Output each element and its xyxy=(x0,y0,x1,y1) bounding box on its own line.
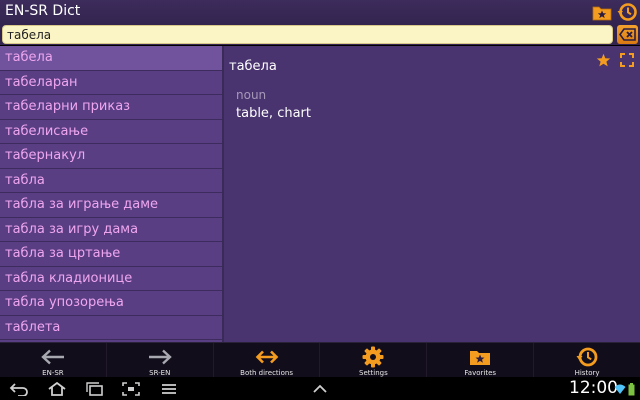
title-bar: EN-SR Dict xyxy=(0,0,640,24)
en-sr-button[interactable]: EN-SR xyxy=(0,343,107,377)
clear-search-button[interactable] xyxy=(617,25,638,44)
definition-headword: табела xyxy=(229,59,277,74)
app-title: EN-SR Dict xyxy=(5,3,81,19)
word-list-item[interactable]: табла за игру дама xyxy=(0,218,223,242)
screenshot-icon xyxy=(122,382,140,396)
history-tab-button[interactable]: History xyxy=(534,343,640,377)
recent-apps-icon xyxy=(86,382,103,396)
history-clock-icon xyxy=(617,3,637,21)
settings-label: Settings xyxy=(359,369,388,377)
en-sr-label: EN-SR xyxy=(42,369,64,377)
definition-meaning: table, chart xyxy=(236,106,311,121)
search-input[interactable] xyxy=(2,25,613,44)
wifi-status xyxy=(614,381,626,397)
both-directions-label: Both directions xyxy=(240,369,293,377)
word-list-item[interactable]: табла кладионице xyxy=(0,267,223,291)
arrow-left-icon xyxy=(41,349,64,365)
gear-icon xyxy=(362,346,384,368)
both-directions-button[interactable]: Both directions xyxy=(214,343,321,377)
folder-star-icon xyxy=(470,351,491,365)
word-list-item[interactable]: табла xyxy=(0,169,223,193)
back-icon xyxy=(9,383,28,396)
wifi-icon xyxy=(614,384,626,394)
settings-button[interactable]: Settings xyxy=(320,343,428,377)
favorites-button[interactable]: Favorites xyxy=(427,343,535,377)
menu-button[interactable] xyxy=(158,381,180,397)
word-list-item[interactable]: табла упозорења xyxy=(0,291,223,316)
word-list-item[interactable]: табла за цртање xyxy=(0,242,223,267)
word-list-item[interactable]: табеларни приказ xyxy=(0,95,223,120)
history-button[interactable] xyxy=(616,2,638,22)
system-navigation-bar: 12:00 xyxy=(0,377,640,400)
word-list-item[interactable]: таблета xyxy=(0,316,223,340)
menu-icon xyxy=(162,384,176,394)
bottom-toolbar: EN-SR SR-EN Both directions Settings Fav… xyxy=(0,342,640,377)
star-icon xyxy=(596,53,610,66)
part-of-speech: noun xyxy=(236,88,267,102)
search-row xyxy=(0,24,640,45)
sr-en-button[interactable]: SR-EN xyxy=(107,343,214,377)
screenshot-button[interactable] xyxy=(120,381,142,397)
add-favorite-button[interactable] xyxy=(595,52,611,68)
word-list: табела табеларан табеларни приказ табелисањ… xyxy=(0,46,223,342)
recent-apps-button[interactable] xyxy=(84,381,106,397)
fullscreen-button[interactable] xyxy=(619,52,635,68)
back-button[interactable] xyxy=(8,381,30,397)
double-arrow-icon xyxy=(255,350,278,364)
word-list-item[interactable]: табелисање xyxy=(0,120,223,144)
battery-icon xyxy=(628,382,634,395)
fullscreen-icon xyxy=(620,53,634,67)
favorites-label: Favorites xyxy=(464,369,497,377)
home-icon xyxy=(48,382,66,396)
sr-en-label: SR-EN xyxy=(149,369,171,377)
favorites-folder-button[interactable] xyxy=(591,2,613,22)
home-button[interactable] xyxy=(46,381,68,397)
word-list-item[interactable]: табела xyxy=(0,46,223,71)
arrow-right-icon xyxy=(148,349,172,365)
word-list-item[interactable]: табернакул xyxy=(0,144,223,169)
folder-star-icon xyxy=(592,6,612,20)
history-label: History xyxy=(574,369,600,377)
word-list-item[interactable]: табла за играње даме xyxy=(0,193,223,218)
status-clock: 12:00 xyxy=(569,378,618,398)
history-clock-icon xyxy=(576,347,598,367)
battery-status xyxy=(626,381,636,397)
backspace-clear-icon xyxy=(619,28,636,41)
word-list-item[interactable]: табеларан xyxy=(0,71,223,95)
expand-up-button[interactable] xyxy=(309,381,331,397)
chevron-up-icon xyxy=(313,384,327,393)
definition-pane: табела noun table, chart xyxy=(224,46,640,342)
